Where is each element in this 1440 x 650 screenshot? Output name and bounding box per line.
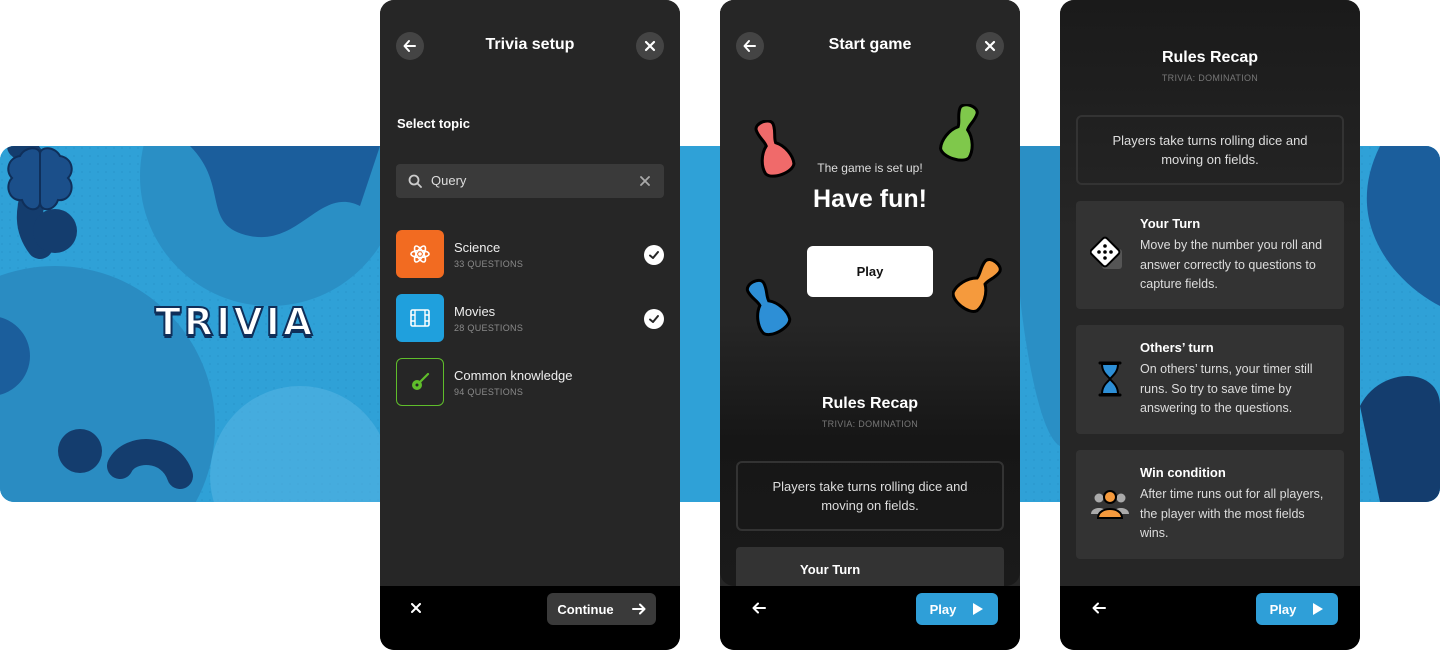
select-topic-label: Select topic bbox=[397, 116, 470, 131]
topic-item-movies[interactable]: Movies 28 QUESTIONS bbox=[396, 294, 664, 344]
play-button[interactable]: Play bbox=[916, 593, 998, 625]
play-button[interactable]: Play bbox=[807, 246, 933, 297]
have-fun-heading: Have fun! bbox=[813, 185, 927, 213]
rules-subtitle: TRIVIA: DOMINATION bbox=[821, 419, 919, 429]
setup-message: The game is set up! bbox=[817, 161, 923, 175]
close-icon bbox=[644, 40, 656, 52]
bottom-bar: Play bbox=[1060, 586, 1360, 650]
guitar-icon bbox=[396, 358, 444, 406]
topic-count: 33 QUESTIONS bbox=[454, 259, 524, 269]
arrow-right-icon bbox=[631, 603, 646, 615]
play-label: Play bbox=[929, 601, 957, 617]
rule-title: Win condition bbox=[1140, 465, 1226, 480]
dice-icon bbox=[1090, 236, 1122, 269]
players-icon bbox=[1091, 490, 1129, 519]
play-icon bbox=[973, 603, 984, 615]
rules-intro-card: Players take turns rolling dice and movi… bbox=[736, 461, 1004, 531]
play-label: Play bbox=[1269, 601, 1297, 617]
search-value: Query bbox=[431, 173, 467, 188]
page-title: Trivia setup bbox=[485, 36, 575, 53]
rule-title: Your Turn bbox=[800, 562, 861, 577]
continue-button[interactable]: Continue bbox=[547, 593, 656, 625]
rules-title: Rules Recap bbox=[821, 395, 919, 412]
play-button[interactable]: Play bbox=[1256, 593, 1338, 625]
trivia-setup-screen: Trivia setup Select topic Query Science … bbox=[380, 0, 680, 650]
trivia-logo: TRIVIA bbox=[154, 299, 316, 345]
hourglass-icon bbox=[1098, 361, 1122, 397]
rule-title: Others’ turn bbox=[1140, 340, 1214, 355]
atom-icon bbox=[396, 230, 444, 278]
topic-name: Science bbox=[454, 240, 501, 255]
bottom-bar: Play bbox=[720, 586, 1020, 650]
topic-count: 28 QUESTIONS bbox=[454, 323, 524, 333]
start-game-screen: Start game The game is set up! Have fun!… bbox=[720, 0, 1020, 650]
page-title: Start game bbox=[828, 36, 912, 53]
arrow-left-icon[interactable] bbox=[752, 602, 766, 614]
close-icon[interactable] bbox=[411, 603, 421, 613]
rules-recap-screen: Rules Recap TRIVIA: DOMINATION Players t… bbox=[1060, 0, 1360, 650]
bottom-bar: Continue bbox=[380, 586, 680, 650]
rules-intro-card: Players take turns rolling dice and movi… bbox=[1076, 115, 1344, 185]
rule-title: Your Turn bbox=[1140, 216, 1201, 231]
search-input[interactable]: Query bbox=[396, 164, 664, 198]
rule-text: Move by the number you roll and answer c… bbox=[1140, 238, 1323, 291]
topic-count: 94 QUESTIONS bbox=[454, 387, 524, 397]
check-icon[interactable] bbox=[644, 245, 664, 265]
rule-card-your-turn: Your Turn Move by the number you roll an… bbox=[1076, 201, 1344, 309]
arrow-left-icon[interactable] bbox=[1092, 602, 1106, 614]
rules-title: Rules Recap bbox=[1161, 49, 1259, 66]
play-icon bbox=[1313, 603, 1324, 615]
search-icon bbox=[408, 174, 422, 188]
topic-name: Common knowledge bbox=[454, 368, 573, 383]
continue-label: Continue bbox=[557, 601, 614, 617]
green-pawn-icon bbox=[939, 104, 979, 162]
brain-icon bbox=[7, 147, 73, 211]
rule-text: After time runs out for all players, the… bbox=[1140, 487, 1324, 540]
check-icon[interactable] bbox=[644, 309, 664, 329]
rule-card-others-turn: Others’ turn On others’ turns, your time… bbox=[1076, 325, 1344, 434]
rule-card-win-condition: Win condition After time runs out for al… bbox=[1076, 450, 1344, 559]
close-icon bbox=[984, 40, 996, 52]
blue-pawn-icon bbox=[745, 278, 792, 336]
rules-subtitle: TRIVIA: DOMINATION bbox=[1161, 73, 1259, 83]
clear-search-icon[interactable] bbox=[640, 176, 650, 186]
topic-name: Movies bbox=[454, 304, 496, 319]
close-button[interactable] bbox=[976, 32, 1004, 60]
close-button[interactable] bbox=[636, 32, 664, 60]
topic-item-science[interactable]: Science 33 QUESTIONS bbox=[396, 230, 664, 280]
film-icon bbox=[396, 294, 444, 342]
rule-card-your-turn: Your Turn bbox=[736, 547, 1004, 586]
topic-item-common-knowledge[interactable]: Common knowledge 94 QUESTIONS bbox=[396, 358, 664, 408]
rule-text: On others’ turns, your timer still runs.… bbox=[1140, 362, 1313, 415]
orange-pawn-icon bbox=[952, 258, 1002, 313]
